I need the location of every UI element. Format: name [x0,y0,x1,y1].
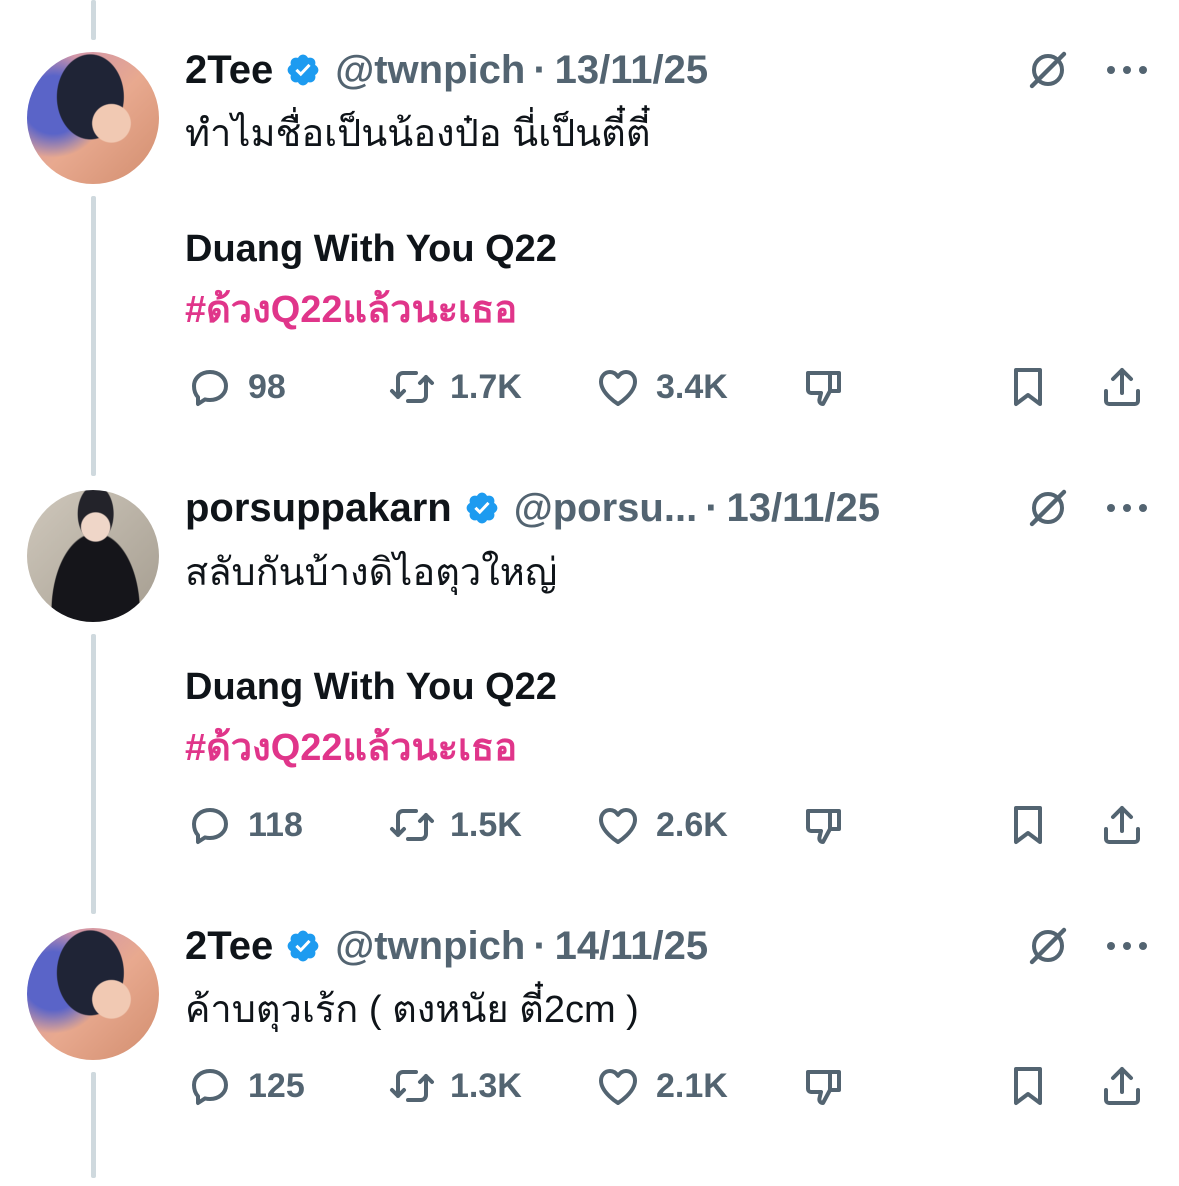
separator-dot: · [705,485,719,530]
retweet-icon [388,363,436,411]
retweet-button[interactable]: 1.5K [388,800,522,850]
share-icon[interactable] [1098,363,1146,411]
handle[interactable]: @twnpich [335,924,525,969]
like-icon [594,1062,642,1110]
action-bar: 118 1.5K 2.6K [0,800,1179,850]
more-icon[interactable] [1105,502,1149,514]
tweet-header: porsuppakarn @porsu... · 13/11/25 [185,485,880,531]
timestamp[interactable]: 13/11/25 [727,486,881,531]
tweet-header: 2Tee @twnpich · 13/11/25 [185,47,708,93]
grok-icon[interactable] [1024,922,1072,970]
verified-badge-icon[interactable] [285,928,321,964]
retweet-count: 1.5K [450,805,522,844]
hashtag-link[interactable]: #ด้วงQ22แล้วนะเธอ [185,289,517,331]
action-bar: 125 1.3K 2.1K [0,1061,1179,1111]
thread-line-top [91,0,96,40]
tweet-text-line: ทำไมชื่อเป็นน้องป๋อ นี่เป็นตี๋ตี๋ [185,113,651,155]
reply-count: 118 [248,805,303,844]
more-icon[interactable] [1105,940,1149,952]
display-name[interactable]: porsuppakarn [185,486,452,531]
bookmark-icon[interactable] [1004,801,1052,849]
display-name[interactable]: 2Tee [185,48,273,93]
retweet-count: 1.7K [450,367,522,406]
reply-icon [186,801,234,849]
retweet-button[interactable]: 1.7K [388,362,522,412]
dislike-icon[interactable] [800,363,848,411]
reply-icon [186,1062,234,1110]
like-button[interactable]: 2.6K [594,800,728,850]
like-icon [594,363,642,411]
tweet-title-line: Duang With You Q22 [185,219,557,279]
reply-button[interactable]: 125 [186,1061,305,1111]
tweet-title-line: Duang With You Q22 [185,657,557,717]
avatar[interactable] [27,490,159,622]
action-bar: 98 1.7K 3.4K [0,362,1179,412]
grok-icon[interactable] [1024,46,1072,94]
verified-badge-icon[interactable] [464,490,500,526]
dislike-icon[interactable] [800,801,848,849]
avatar[interactable] [27,928,159,1060]
share-icon[interactable] [1098,1062,1146,1110]
thread-line-2 [91,634,96,914]
reply-button[interactable]: 118 [186,800,303,850]
handle[interactable]: @porsu... [514,486,697,531]
more-icon[interactable] [1105,64,1149,76]
like-count: 2.6K [656,805,728,844]
tweet-hashtag-line: #ด้วงQ22แล้วนะเธอ [185,718,517,778]
reply-count: 125 [248,1066,305,1105]
thread-line-1 [91,196,96,476]
share-icon[interactable] [1098,801,1146,849]
reply-button[interactable]: 98 [186,362,286,412]
avatar[interactable] [27,52,159,184]
separator-dot: · [533,923,547,968]
like-button[interactable]: 3.4K [594,362,728,412]
handle[interactable]: @twnpich [335,48,525,93]
timestamp[interactable]: 14/11/25 [555,924,709,969]
retweet-icon [388,801,436,849]
like-icon [594,801,642,849]
tweet-text-line: สลับกันบ้างดิไอตุวใหญ่ [185,552,558,594]
reply-count: 98 [248,367,286,406]
bookmark-icon[interactable] [1004,363,1052,411]
like-button[interactable]: 2.1K [594,1061,728,1111]
grok-icon[interactable] [1024,484,1072,532]
tweet-title-text: Duang With You Q22 [185,666,557,708]
separator-dot: · [533,47,547,92]
tweet-hashtag-line: #ด้วงQ22แล้วนะเธอ [185,280,517,340]
like-count: 3.4K [656,367,728,406]
reply-icon [186,363,234,411]
tweet-title-text: Duang With You Q22 [185,228,557,270]
bookmark-icon[interactable] [1004,1062,1052,1110]
display-name[interactable]: 2Tee [185,924,273,969]
tweet-header: 2Tee @twnpich · 14/11/25 [185,923,708,969]
verified-badge-icon[interactable] [285,52,321,88]
timestamp[interactable]: 13/11/25 [555,48,709,93]
hashtag-link[interactable]: #ด้วงQ22แล้วนะเธอ [185,727,517,769]
tweet-text-line: ค้าบตุวเร้ก ( ตงหนัย ตี๋2cm ) [185,989,639,1031]
retweet-icon [388,1062,436,1110]
retweet-count: 1.3K [450,1066,522,1105]
dislike-icon[interactable] [800,1062,848,1110]
retweet-button[interactable]: 1.3K [388,1061,522,1111]
like-count: 2.1K [656,1066,728,1105]
